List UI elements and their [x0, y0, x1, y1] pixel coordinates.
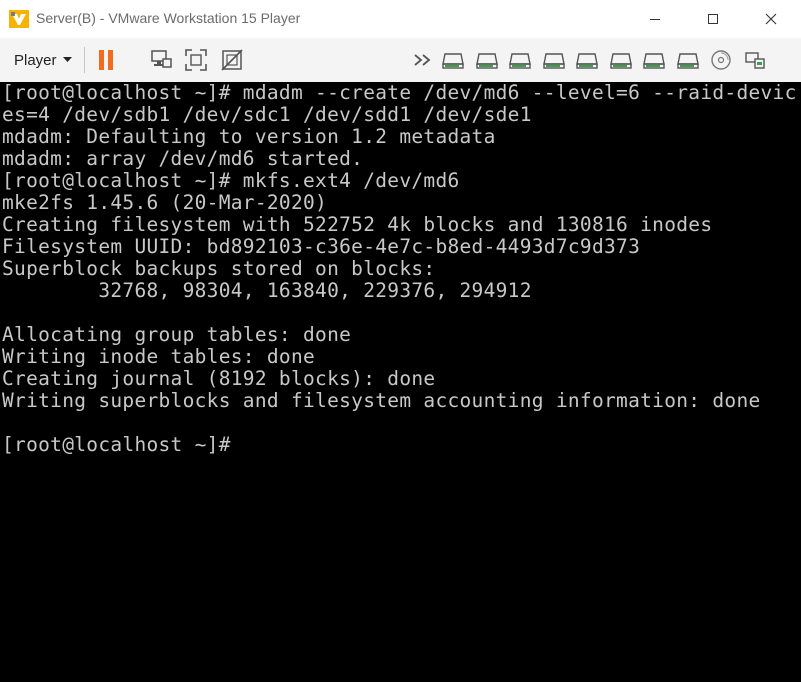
- chevron-down-icon: [62, 57, 72, 62]
- vm-console[interactable]: [root@localhost ~]# mdadm --create /dev/…: [0, 82, 801, 682]
- terminal-line: mdadm: array /dev/md6 started.: [2, 147, 364, 170]
- maximize-button[interactable]: [690, 0, 736, 38]
- hard-disk-device-button[interactable]: [574, 47, 600, 73]
- network-adapter-device-button[interactable]: [742, 47, 768, 73]
- player-toolbar: Player: [0, 38, 801, 82]
- window-title: Server(B) - VMware Workstation 15 Player: [36, 10, 301, 26]
- toolbar-divider: [84, 47, 85, 73]
- hard-disk-device-button[interactable]: [541, 47, 567, 73]
- hard-disk-device-button[interactable]: [608, 47, 634, 73]
- pause-button[interactable]: [93, 47, 119, 73]
- close-icon: [765, 13, 777, 25]
- send-ctrl-alt-del-icon: [151, 50, 172, 68]
- hard-disk-icon: [609, 53, 632, 69]
- unity-icon: [221, 49, 243, 71]
- fullscreen-icon: [185, 49, 207, 71]
- hard-disk-device-button[interactable]: [675, 47, 701, 73]
- terminal-line: Writing superblocks and filesystem accou…: [2, 389, 761, 412]
- double-chevron-right-icon: [414, 54, 431, 66]
- cd-dvd-icon: [711, 50, 731, 70]
- terminal-line: Allocating group tables: done: [2, 323, 352, 346]
- terminal-line: Writing inode tables: done: [2, 345, 316, 368]
- terminal-line: 32768, 98304, 163840, 229376, 294912: [2, 279, 532, 302]
- hard-disk-device-button[interactable]: [440, 47, 466, 73]
- terminal-line: mdadm: Defaulting to version 1.2 metadat…: [2, 125, 496, 148]
- maximize-icon: [708, 14, 718, 24]
- vmware-player-window: Server(B) - VMware Workstation 15 Player…: [0, 0, 801, 682]
- hard-disk-icon: [643, 53, 665, 69]
- minimize-icon: [650, 19, 660, 20]
- terminal-line: [root@localhost ~]#: [2, 433, 231, 456]
- terminal-line: es=4 /dev/sdb1 /dev/sdc1 /dev/sdd1 /dev/…: [2, 103, 532, 126]
- hard-disk-icon: [576, 53, 598, 69]
- title-bar[interactable]: Server(B) - VMware Workstation 15 Player: [0, 0, 801, 38]
- player-menu-label: Player: [14, 51, 57, 69]
- network-adapter-icon: [744, 52, 765, 69]
- hard-disk-device-button[interactable]: [507, 47, 533, 73]
- hard-disk-icon: [676, 53, 699, 69]
- cd-dvd-device-button[interactable]: [708, 47, 734, 73]
- pause-icon: [99, 50, 113, 70]
- vmware-logo-icon: [9, 10, 29, 28]
- hard-disk-icon: [475, 53, 498, 69]
- send-ctrl-alt-del-button[interactable]: [148, 47, 174, 73]
- terminal-line: Creating filesystem with 522752 4k block…: [2, 213, 713, 236]
- terminal-line: Filesystem UUID: bd892103-c36e-4e7c-b8ed…: [2, 235, 641, 258]
- more-devices-button[interactable]: [410, 47, 436, 73]
- terminal-line: Creating journal (8192 blocks): done: [2, 367, 436, 390]
- close-button[interactable]: [748, 0, 794, 38]
- terminal-line: [root@localhost ~]# mdadm --create /dev/…: [2, 81, 797, 104]
- terminal-line: mke2fs 1.45.6 (20-Mar-2020): [2, 191, 328, 214]
- hard-disk-icon: [509, 53, 531, 69]
- terminal-line: [root@localhost ~]# mkfs.ext4 /dev/md6: [2, 169, 460, 192]
- hard-disk-device-button[interactable]: [474, 47, 500, 73]
- unity-button[interactable]: [219, 47, 245, 73]
- terminal-line: Superblock backups stored on blocks:: [2, 257, 436, 280]
- hard-disk-icon: [442, 53, 464, 69]
- player-menu-button[interactable]: Player: [8, 46, 78, 74]
- minimize-button[interactable]: [632, 0, 678, 38]
- hard-disk-icon: [542, 53, 565, 69]
- fullscreen-button[interactable]: [183, 47, 209, 73]
- hard-disk-device-button[interactable]: [641, 47, 667, 73]
